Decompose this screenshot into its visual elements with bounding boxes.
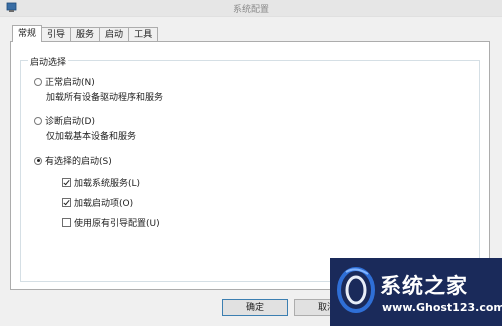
diagnostic-startup-label: 诊断启动(D): [45, 117, 95, 127]
tab-general[interactable]: 常规: [12, 25, 43, 42]
selective-startup-label: 有选择的启动(S): [45, 157, 112, 167]
startup-selection-legend: 启动选择: [28, 55, 69, 68]
selective-startup-radio[interactable]: 有选择的启动(S): [34, 154, 112, 167]
radio-unchecked-icon: [34, 77, 42, 86]
radio-unchecked-icon: [34, 116, 42, 125]
checkbox-unchecked-icon: [62, 218, 71, 227]
checkbox-checked-icon: [62, 198, 71, 207]
tab-boot[interactable]: 引导: [41, 27, 72, 42]
diagnostic-startup-description: 仅加载基本设备和服务: [46, 132, 137, 142]
load-startup-items-checkbox[interactable]: 加载启动项(O): [62, 196, 133, 209]
title-divider: [0, 16, 502, 17]
tab-tools[interactable]: 工具: [128, 27, 159, 42]
tab-startup[interactable]: 启动: [99, 27, 130, 42]
use-original-boot-config-checkbox[interactable]: 使用原有引导配置(U): [62, 216, 160, 229]
tab-services[interactable]: 服务: [70, 27, 101, 42]
normal-startup-description: 加载所有设备驱动程序和服务: [46, 93, 164, 103]
site-watermark: 系统之家 www.Ghost123.com: [330, 258, 502, 326]
tab-strip: 常规 引导 服务 启动 工具: [12, 25, 159, 42]
checkbox-checked-icon: [62, 178, 71, 187]
title-bar: 系统配置: [0, 0, 502, 17]
radio-checked-icon: [34, 156, 42, 165]
load-startup-items-label: 加载启动项(O): [74, 199, 134, 209]
load-system-services-checkbox[interactable]: 加载系统服务(L): [62, 176, 140, 189]
normal-startup-label: 正常启动(N): [45, 78, 95, 88]
watermark-title: 系统之家: [380, 273, 468, 298]
use-original-boot-config-label: 使用原有引导配置(U): [74, 219, 160, 229]
normal-startup-radio[interactable]: 正常启动(N): [34, 75, 95, 88]
watermark-logo-icon: [337, 267, 375, 313]
diagnostic-startup-radio[interactable]: 诊断启动(D): [34, 114, 95, 127]
watermark-url: www.Ghost123.com: [382, 301, 502, 314]
window-title: 系统配置: [232, 5, 269, 15]
load-system-services-label: 加载系统服务(L): [74, 179, 141, 189]
ok-button[interactable]: 确定: [222, 299, 288, 316]
